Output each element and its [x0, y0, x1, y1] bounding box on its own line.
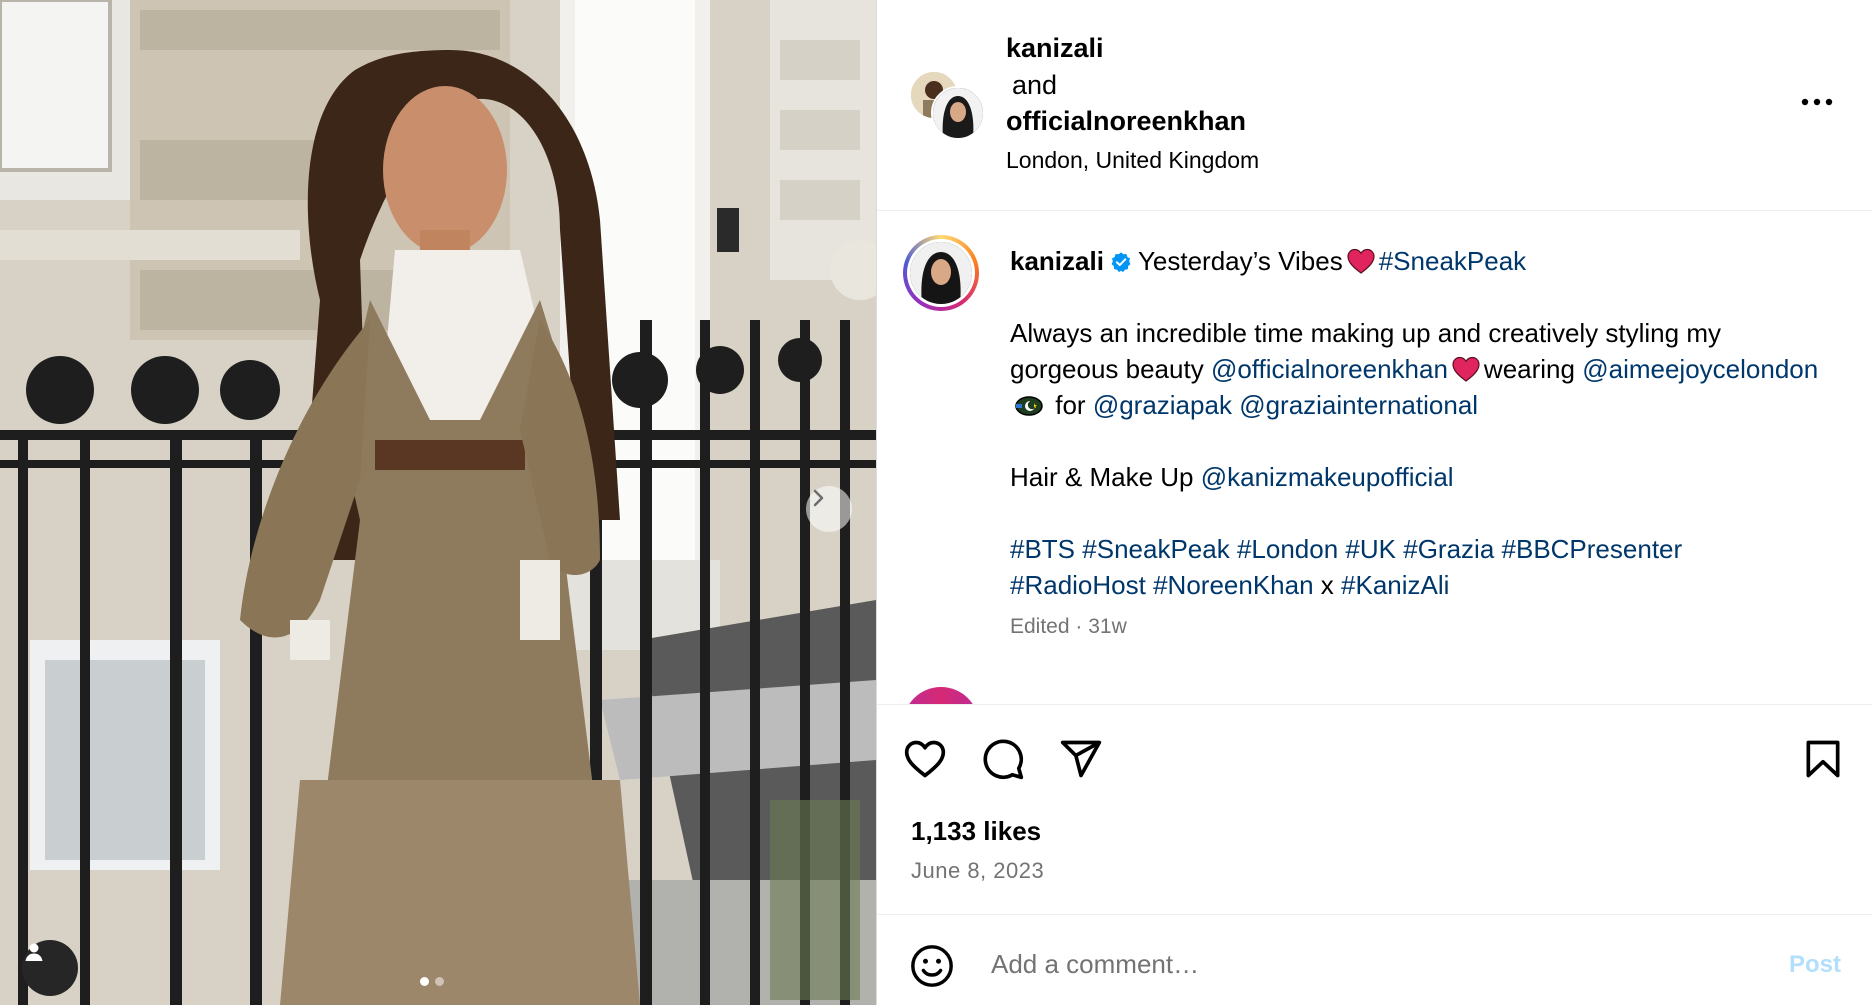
caption-headline: Yesterday’s Vibes: [1137, 246, 1343, 276]
save-button[interactable]: [1801, 737, 1845, 786]
hashtag[interactable]: #RadioHost: [1010, 570, 1146, 600]
caption-x-separator: x: [1320, 570, 1334, 600]
caption-section: kanizali Yesterday’s Vibes #SneakPeak Alwa…: [877, 211, 1872, 704]
caption-avatar-image: [910, 242, 972, 304]
post-image[interactable]: [0, 0, 876, 1005]
carousel-dot-2: [435, 977, 444, 986]
caption-hashtags-line-1: #BTS #SneakPeak #London #UK #Grazia #BBC…: [1010, 531, 1830, 567]
heart-icon: [904, 740, 946, 778]
post-date[interactable]: June 8, 2023: [911, 858, 1044, 884]
carousel-indicator: [420, 977, 444, 986]
share-button[interactable]: [1059, 737, 1103, 786]
avatar-user2-image: [933, 88, 983, 138]
tagged-users-button[interactable]: [22, 940, 78, 996]
caption-line-1: kanizali Yesterday’s Vibes #SneakPeak: [1010, 243, 1830, 279]
header-connector: and: [1012, 70, 1058, 100]
caption-paragraph-1: Always an incredible time making up and …: [1010, 315, 1830, 423]
paper-plane-icon: [1060, 740, 1102, 778]
verified-badge-icon: [1111, 252, 1131, 273]
carousel-dot-1: [420, 977, 429, 986]
post-header: kanizali and officialnoreenkhan London, …: [877, 0, 1872, 211]
caption-para2-text: Hair & Make Up: [1010, 462, 1194, 492]
red-heart-emoji-icon: [1347, 248, 1375, 274]
hashtag[interactable]: #KanizAli: [1341, 570, 1449, 600]
hashtag[interactable]: #NoreenKhan: [1153, 570, 1313, 600]
pakistan-flag-emoji-icon: [1015, 396, 1043, 416]
header-username-1[interactable]: kanizali: [1006, 33, 1104, 64]
comment-input[interactable]: [989, 937, 1733, 991]
hashtag[interactable]: #BBCPresenter: [1502, 534, 1683, 564]
hashtag[interactable]: #BTS: [1010, 534, 1075, 564]
caption-para1-text-c: for: [1055, 390, 1086, 420]
caption-avatar[interactable]: [903, 235, 979, 311]
caption-username[interactable]: kanizali: [1010, 246, 1104, 276]
more-options-button[interactable]: [1797, 88, 1837, 116]
chevron-right-icon: [813, 489, 824, 507]
caption-hashtags-line-2: #RadioHost #NoreenKhan x #KanizAli: [1010, 567, 1830, 603]
bookmark-icon: [1806, 740, 1840, 778]
caption-avatar-photo: [910, 242, 972, 304]
hashtag-sneakpeak[interactable]: #SneakPeak: [1379, 246, 1526, 276]
comment-button[interactable]: [981, 737, 1025, 786]
photo-illustration: [0, 0, 876, 1005]
hashtag[interactable]: #London: [1237, 534, 1338, 564]
like-button[interactable]: [903, 737, 947, 786]
collab-avatars[interactable]: [909, 70, 985, 140]
caption-paragraph-2: Hair & Make Up @kanizmakeupofficial: [1010, 459, 1830, 495]
emoji-picker-button[interactable]: [909, 943, 955, 989]
comment-bar: Post: [877, 914, 1872, 1006]
more-horizontal-icon: [1801, 98, 1833, 106]
caption-meta: Edited · 31w: [1010, 615, 1127, 638]
avatar-user2[interactable]: [931, 86, 985, 140]
user-icon: [25, 943, 43, 961]
mention-aimeejoycelondon[interactable]: @aimeejoycelondon: [1582, 354, 1818, 384]
comment-bubble-icon: [983, 739, 1024, 780]
post-comment-button[interactable]: Post: [1789, 951, 1841, 979]
comment-avatar-partial[interactable]: [903, 687, 979, 704]
header-username-2[interactable]: officialnoreenkhan: [1006, 106, 1246, 137]
hashtag[interactable]: #UK: [1345, 534, 1396, 564]
mention-graziainternational[interactable]: @graziainternational: [1239, 390, 1478, 420]
location-link[interactable]: London, United Kingdom: [1006, 147, 1259, 174]
post-details-panel: kanizali and officialnoreenkhan London, …: [876, 0, 1872, 1005]
likes-count[interactable]: 1,133 likes: [911, 816, 1041, 847]
caption-avatar-ring: [907, 239, 975, 307]
hashtag[interactable]: #Grazia: [1403, 534, 1494, 564]
smiley-face-icon: [911, 945, 953, 987]
red-heart-emoji-icon: [1452, 356, 1480, 382]
mention-kanizmakeupofficial[interactable]: @kanizmakeupofficial: [1201, 462, 1454, 492]
mention-graziapak[interactable]: @graziapak: [1093, 390, 1232, 420]
mention-officialnoreenkhan[interactable]: @officialnoreenkhan: [1211, 354, 1448, 384]
caption-text: kanizali Yesterday’s Vibes #SneakPeak Alwa…: [1010, 243, 1830, 603]
carousel-next-button[interactable]: [806, 486, 852, 532]
caption-para1-text-b: wearing: [1483, 354, 1575, 384]
hashtag[interactable]: #SneakPeak: [1082, 534, 1229, 564]
